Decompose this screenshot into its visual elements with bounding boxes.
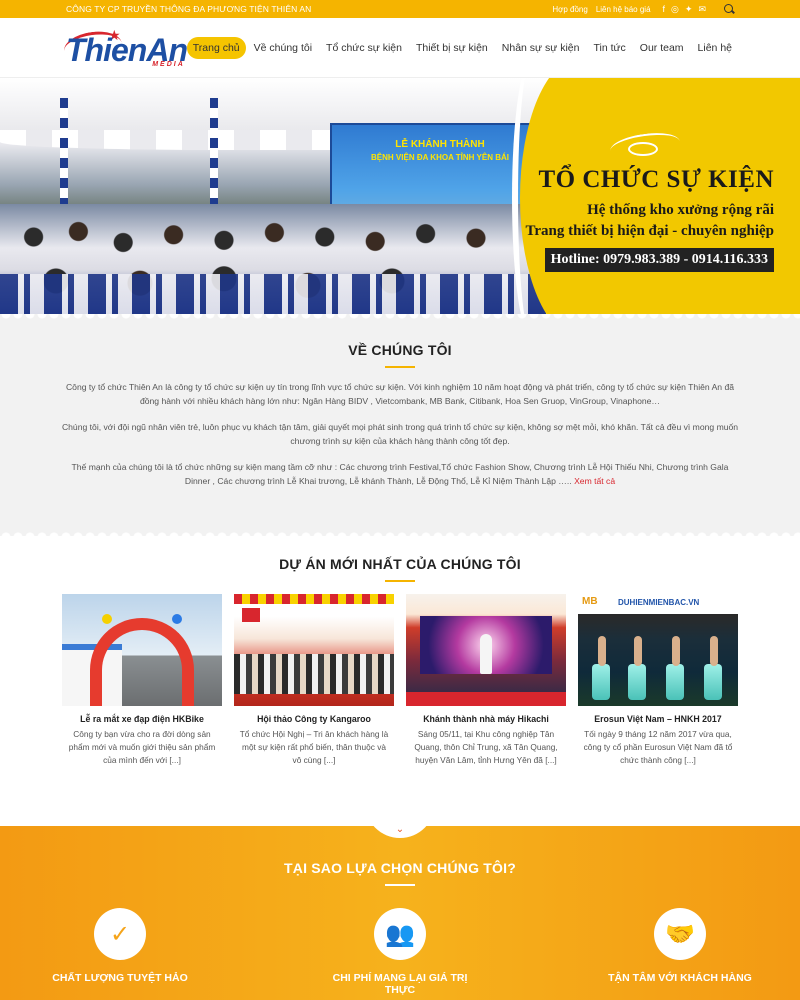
project-card[interactable]: Khánh thành nhà máy Hikachi Sáng 05/11, …: [406, 594, 566, 767]
facebook-icon[interactable]: f: [663, 4, 666, 14]
bunting: [234, 594, 394, 604]
why-us-item: 🤝 TẬN TÂM VỚI KHÁCH HÀNG: [600, 908, 760, 996]
social-links: f ◎ ✦ ✉: [663, 4, 706, 14]
team-icon: 👥: [374, 908, 426, 960]
project-card[interactable]: Hội thảo Công ty Kangaroo Tổ chức Hội Ng…: [234, 594, 394, 767]
nav-item-team[interactable]: Our team: [634, 37, 690, 59]
main-nav: Trang chủ Về chúng tôi Tổ chức sự kiện T…: [186, 36, 738, 59]
why-us-item-title: TẬN TÂM VỚI KHÁCH HÀNG: [608, 972, 752, 984]
why-us-item-title: CHI PHÍ MANG LẠI GIÁ TRỊ THỰC: [332, 972, 468, 996]
top-bar-right: Hợp đồng Liên hệ báo giá f ◎ ✦ ✉: [552, 4, 734, 14]
project-title[interactable]: Khánh thành nhà máy Hikachi: [406, 714, 566, 724]
performer: [480, 634, 492, 674]
project-card[interactable]: Lễ ra mắt xe đạp điện HKBike Công ty bạn…: [62, 594, 222, 767]
quote-link[interactable]: Liên hệ báo giá: [596, 5, 651, 14]
flag: [242, 608, 260, 622]
banner-line-1: Hệ thống kho xưởng rộng rãi: [587, 202, 774, 218]
project-desc: Tối ngày 9 tháng 12 năm 2017 vừa qua, cô…: [583, 729, 733, 765]
hero-banner: LỄ KHÁNH THÀNH BỆNH VIỆN ĐA KHOA TỈNH YÊ…: [0, 78, 800, 314]
projects-title: DỰ ÁN MỚI NHẤT CỦA CHÚNG TÔI: [279, 556, 521, 572]
logo[interactable]: ★ ThienAn MEDIA: [62, 26, 188, 70]
drum: [704, 664, 722, 700]
project-title[interactable]: Lễ ra mắt xe đạp điện HKBike: [62, 714, 222, 724]
project-image[interactable]: [406, 594, 566, 706]
nav-item-news[interactable]: Tin tức: [587, 37, 631, 59]
drum: [592, 664, 610, 700]
why-us-item-title: CHẤT LƯỢNG TUYỆT HẢO: [52, 972, 188, 984]
stage-edge: [406, 692, 566, 706]
why-us-item: 👥 CHI PHÍ MANG LẠI GIÁ TRỊ THỰC: [320, 908, 480, 996]
project-desc: Công ty bạn vừa cho ra đời dòng sản phẩm…: [68, 729, 216, 765]
project-image[interactable]: [234, 594, 394, 706]
instagram-icon[interactable]: ◎: [671, 4, 679, 14]
project-title[interactable]: Erosun Việt Nam – HNKH 2017: [578, 714, 738, 724]
hotline-badge[interactable]: Hotline: 0979.983.389 - 0914.116.333: [544, 248, 774, 272]
dancer: [598, 636, 606, 666]
banner-text: TỔ CHỨC SỰ KIỆN Hệ thống kho xưởng rộng …: [525, 166, 774, 272]
balloon-arch: [90, 618, 194, 706]
why-us-section: ⌄ TẠI SAO LỰA CHỌN CHÚNG TÔI? ✓ CHẤT LƯỢ…: [0, 826, 800, 1000]
nav-item-staff[interactable]: Nhân sự sự kiện: [496, 37, 586, 59]
about-section: VỀ CHÚNG TÔI Công ty tổ chức Thiên An là…: [0, 314, 800, 537]
see-all-link[interactable]: Xem tất cả: [574, 476, 615, 486]
dancer: [672, 636, 680, 666]
about-title: VỀ CHÚNG TÔI: [348, 342, 452, 358]
project-cards: Lễ ra mắt xe đạp điện HKBike Công ty bạn…: [0, 594, 800, 767]
why-us-columns: ✓ CHẤT LƯỢNG TUYỆT HẢO 👥 CHI PHÍ MANG LẠ…: [0, 908, 800, 996]
balloon: [102, 614, 112, 624]
project-title[interactable]: Hội thảo Công ty Kangaroo: [234, 714, 394, 724]
project-image[interactable]: DUHIENMIENBAC.VN MB: [578, 594, 738, 706]
image-header-band: DUHIENMIENBAC.VN: [578, 594, 738, 614]
mb-logo-icon: MB: [582, 596, 598, 607]
project-card[interactable]: DUHIENMIENBAC.VN MB Erosun Việt Nam – HN…: [578, 594, 738, 767]
logo-subtext: MEDIA: [152, 60, 185, 68]
mail-icon[interactable]: ✉: [698, 4, 706, 14]
balloon: [172, 614, 182, 624]
contract-link[interactable]: Hợp đồng: [552, 5, 588, 14]
project-desc: Sáng 05/11, tại Khu công nghiệp Tân Quan…: [414, 729, 558, 765]
title-underline: [385, 580, 415, 582]
company-name: CÔNG TY CP TRUYỀN THÔNG ĐA PHƯƠNG TIỆN T…: [66, 4, 312, 14]
nav-item-equipment[interactable]: Thiết bị sự kiện: [410, 37, 494, 59]
search-icon[interactable]: [724, 4, 734, 14]
project-image[interactable]: [62, 594, 222, 706]
why-us-item: ✓ CHẤT LƯỢNG TUYỆT HẢO: [40, 908, 200, 996]
nav-item-about[interactable]: Về chúng tôi: [248, 37, 318, 59]
title-underline: [385, 366, 415, 368]
about-paragraph: Chúng tôi, với đội ngũ nhân viên trẻ, lu…: [61, 422, 739, 446]
handshake-icon: 🤝: [654, 908, 706, 960]
twitter-icon[interactable]: ✦: [685, 4, 693, 14]
check-icon: ✓: [94, 908, 146, 960]
chevron-down-icon[interactable]: ⌄: [396, 826, 404, 835]
title-underline: [385, 884, 415, 886]
banner-line-2: Trang thiết bị hiện đại - chuyên nghiệp: [525, 223, 774, 239]
image-header-text: DUHIENMIENBAC.VN: [618, 598, 700, 607]
chairs: [0, 274, 560, 314]
nav-item-contact[interactable]: Liên hệ: [692, 37, 738, 59]
nav-item-home[interactable]: Trang chủ: [186, 36, 246, 59]
dancer: [710, 636, 718, 666]
top-bar: CÔNG TY CP TRUYỀN THÔNG ĐA PHƯƠNG TIỆN T…: [0, 0, 800, 18]
about-paragraph: Thế mạnh của chúng tôi là tổ chức những …: [60, 460, 740, 488]
header: ★ ThienAn MEDIA Trang chủ Về chúng tôi T…: [0, 18, 800, 78]
hero-photo: LỄ KHÁNH THÀNH BỆNH VIỆN ĐA KHOA TỈNH YÊ…: [0, 78, 560, 314]
dancer: [634, 636, 642, 666]
banner-title: TỔ CHỨC SỰ KIỆN: [538, 166, 774, 193]
drum: [666, 664, 684, 700]
about-paragraph: Công ty tổ chức Thiên An là công ty tổ c…: [65, 382, 735, 406]
flourish-decoration: [628, 142, 658, 156]
people: [234, 654, 394, 694]
project-desc: Tổ chức Hội Nghị – Tri ân khách hàng là …: [239, 729, 389, 765]
about-paragraph-text: Thế mạnh của chúng tôi là tổ chức những …: [71, 462, 729, 486]
projects-section: DỰ ÁN MỚI NHẤT CỦA CHÚNG TÔI Lễ ra mắt x…: [0, 536, 800, 826]
nav-item-events[interactable]: Tổ chức sự kiện: [320, 37, 408, 59]
drum: [628, 664, 646, 700]
